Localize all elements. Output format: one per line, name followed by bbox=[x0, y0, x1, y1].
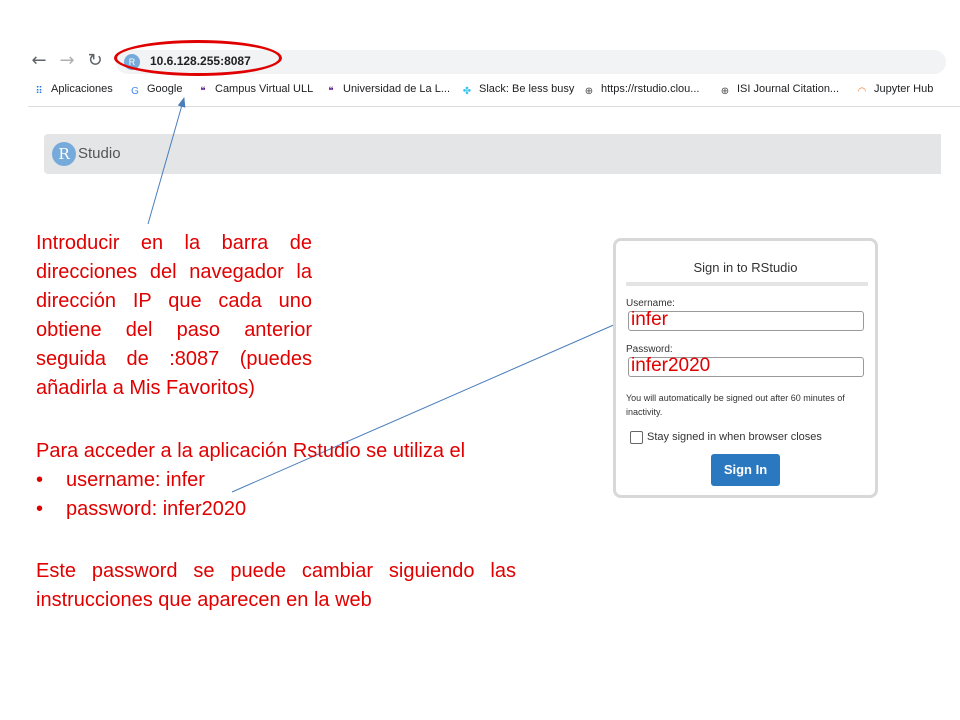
password-value: infer2020 bbox=[631, 355, 711, 376]
password-note: Este password se puede cambiar siguiendo… bbox=[36, 560, 516, 611]
arrow-to-address-bar bbox=[147, 97, 186, 225]
password-field[interactable]: infer2020 bbox=[628, 355, 864, 377]
password-label: Password: bbox=[626, 344, 673, 355]
username-value: infer bbox=[631, 309, 668, 330]
sign-in-button[interactable]: Sign In bbox=[711, 454, 780, 486]
bullet-text: password: infer2020 bbox=[66, 498, 247, 520]
login-title: Sign in to RStudio bbox=[693, 260, 798, 275]
bullet-password: • password: infer2020 bbox=[36, 498, 246, 521]
username-field[interactable]: infer bbox=[628, 309, 864, 331]
stay-signed-checkbox[interactable] bbox=[630, 431, 643, 444]
bullet-text: username: infer bbox=[66, 469, 205, 491]
username-label: Username: bbox=[626, 298, 675, 309]
bullet-dot: • bbox=[36, 469, 44, 491]
divider bbox=[626, 282, 868, 286]
bullet-dot: • bbox=[36, 498, 44, 520]
instructions-text: Introducir en la barra de direcciones de… bbox=[36, 232, 312, 399]
bullet-username: • username: infer bbox=[36, 469, 205, 492]
login-panel: Sign in to RStudio Username: infer Passw… bbox=[613, 238, 878, 498]
signout-note: You will automatically be signed out aft… bbox=[626, 393, 845, 417]
stay-signed-label[interactable]: Stay signed in when browser closes bbox=[647, 431, 822, 443]
access-title: Para acceder a la aplicación Rstudio se … bbox=[36, 440, 466, 462]
